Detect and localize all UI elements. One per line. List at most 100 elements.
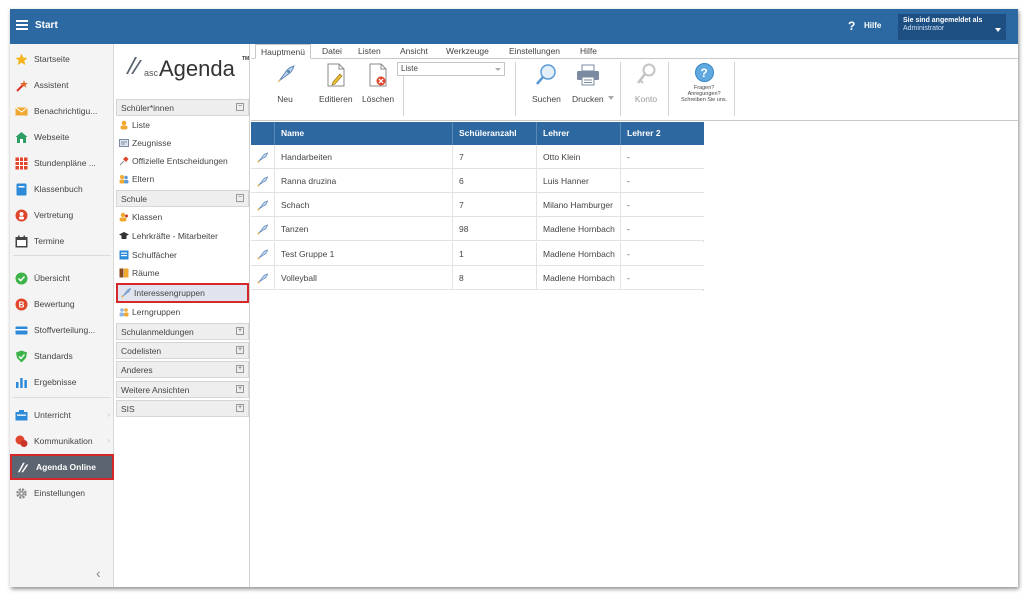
search-button[interactable]: Suchen <box>532 62 561 116</box>
classes-icon <box>119 212 129 222</box>
home-icon <box>15 131 28 144</box>
nav-item-ergebnisse[interactable]: Ergebnisse <box>10 371 114 393</box>
tab-einstellungen[interactable]: Einstellungen <box>509 44 560 59</box>
module-item-lehrkraefte[interactable]: Lehrkräfte - Mitarbeiter <box>116 227 249 245</box>
rocket-icon <box>251 217 274 241</box>
section-schule[interactable]: Schule − <box>116 190 249 207</box>
section-sis[interactable]: SIS + <box>116 400 249 417</box>
nav-item-webseite[interactable]: Webseite <box>10 126 114 148</box>
collapse-icon[interactable]: − <box>236 103 244 111</box>
help-icon[interactable]: ? <box>848 19 855 33</box>
new-button[interactable]: Neu <box>273 62 297 116</box>
module-item-klassen[interactable]: Klassen <box>116 208 249 226</box>
parents-icon <box>119 174 129 184</box>
module-item-raeume[interactable]: Räume <box>116 264 249 282</box>
nav-item-startseite[interactable]: Startseite <box>10 48 114 70</box>
nav-item-benachrichtigungen[interactable]: Benachrichtigu... <box>10 100 114 122</box>
student-icon <box>119 120 129 130</box>
module-item-liste[interactable]: Liste <box>116 116 249 134</box>
search-icon <box>534 62 558 88</box>
tab-datei[interactable]: Datei <box>322 44 342 59</box>
nav-item-kommunikation[interactable]: Kommunikation › <box>10 430 114 452</box>
module-item-interessengruppen[interactable]: Interessengruppen <box>116 283 249 303</box>
feedback-button[interactable]: ? Fragen? Anregungen? Schreiben Sie uns. <box>681 63 727 117</box>
expand-icon[interactable]: + <box>236 404 244 412</box>
rocket-icon <box>251 266 274 290</box>
nav-item-vertretung[interactable]: Vertretung <box>10 204 114 226</box>
asc-agenda-logo: asc Agenda TM <box>124 50 252 88</box>
tab-werkzeuge[interactable]: Werkzeuge <box>446 44 489 59</box>
table-row[interactable]: Schach 7 Milano Hamburger - <box>251 193 704 217</box>
ribbon-divider <box>734 62 735 116</box>
expand-icon[interactable]: + <box>236 346 244 354</box>
section-schueler-innen[interactable]: Schüler*innen − <box>116 99 249 116</box>
table-row[interactable]: Tanzen 98 Madlene Hornbach - <box>251 217 704 241</box>
nav-item-unterricht[interactable]: Unterricht › <box>10 404 114 426</box>
hamburger-menu-icon[interactable] <box>16 20 28 30</box>
nav-item-stoffverteilung[interactable]: Stoffverteilung... <box>10 319 114 341</box>
edit-document-icon <box>324 62 348 88</box>
section-weitere-ansichten[interactable]: Weitere Ansichten + <box>116 381 249 398</box>
column-header-lehrer[interactable]: Lehrer <box>536 122 620 145</box>
star-icon <box>15 53 28 66</box>
module-item-eltern[interactable]: Eltern <box>116 170 249 188</box>
shield-icon <box>15 350 28 363</box>
envelope-icon <box>15 105 28 118</box>
wand-icon <box>15 79 28 92</box>
edit-button[interactable]: Editieren <box>319 62 353 116</box>
agenda-online-icon <box>17 461 30 474</box>
module-item-schulfaecher[interactable]: Schulfächer <box>116 246 249 264</box>
nav-item-klassenbuch[interactable]: Klassenbuch <box>10 178 114 200</box>
gear-icon <box>15 487 28 500</box>
column-header-lehrer-2[interactable]: Lehrer 2 <box>620 122 704 145</box>
account-button[interactable]: Konto <box>634 62 658 116</box>
module-item-offizielle-entscheidungen[interactable]: Offizielle Entscheidungen <box>116 152 249 170</box>
key-icon <box>634 62 658 88</box>
delete-button[interactable]: Löschen <box>362 62 394 116</box>
user-menu[interactable]: Sie sind angemeldet als Administrator <box>898 14 1006 40</box>
section-schulanmeldungen[interactable]: Schulanmeldungen + <box>116 323 249 340</box>
print-options-chevron-icon[interactable] <box>608 96 614 100</box>
print-button[interactable]: Drucken <box>572 62 604 116</box>
table-row[interactable]: Handarbeiten 7 Otto Klein - <box>251 145 704 169</box>
module-item-zeugnisse[interactable]: Zeugnisse <box>116 134 249 152</box>
grade-icon: B <box>15 298 28 311</box>
tab-ansicht[interactable]: Ansicht <box>400 44 428 59</box>
table-row[interactable]: Ranna druzina 6 Luis Hanner - <box>251 169 704 193</box>
ribbon-divider <box>620 62 621 116</box>
nav-item-bewertung[interactable]: B Bewertung <box>10 293 114 315</box>
tab-listen[interactable]: Listen <box>358 44 381 59</box>
tab-hauptmenue[interactable]: Hauptmenü <box>255 44 311 59</box>
nav-item-agenda-online[interactable]: Agenda Online <box>10 454 114 480</box>
expand-icon[interactable]: + <box>236 365 244 373</box>
column-header-schueleranzahl[interactable]: Schüleranzahl <box>452 122 536 145</box>
printer-icon <box>576 62 600 88</box>
section-codelisten[interactable]: Codelisten + <box>116 342 249 359</box>
nav-item-einstellungen[interactable]: Einstellungen <box>10 482 114 504</box>
module-item-lerngruppen[interactable]: Lerngruppen <box>116 303 249 321</box>
column-header-name[interactable]: Name <box>274 122 452 145</box>
nav-item-termine[interactable]: Termine <box>10 230 114 252</box>
chat-icon <box>15 435 28 448</box>
table-row[interactable]: Volleyball 8 Madlene Hornbach - <box>251 266 704 290</box>
feedback-text: Fragen? Anregungen? Schreiben Sie uns. <box>681 85 728 103</box>
help-link[interactable]: Hilfe <box>864 21 881 30</box>
left-nav: Startseite Assistent Benachrichtigu... W… <box>10 44 114 587</box>
list-view-select[interactable]: Liste <box>397 62 505 76</box>
chevron-right-icon: › <box>107 436 110 445</box>
room-icon <box>119 268 129 278</box>
nav-item-assistent[interactable]: Assistent <box>10 74 114 96</box>
collapse-sidebar-icon[interactable]: ‹ <box>96 565 101 581</box>
expand-icon[interactable]: + <box>236 327 244 335</box>
tab-hilfe[interactable]: Hilfe <box>580 44 597 59</box>
nav-item-stundenplaene[interactable]: Stundenpläne ... <box>10 152 114 174</box>
collapse-icon[interactable]: − <box>236 194 244 202</box>
nav-item-standards[interactable]: Standards <box>10 345 114 367</box>
nav-item-uebersicht[interactable]: Übersicht <box>10 267 114 289</box>
section-anderes[interactable]: Anderes + <box>116 361 249 378</box>
table-row[interactable]: Test Gruppe 1 1 Madlene Hornbach - <box>251 242 704 266</box>
chevron-right-icon: › <box>107 410 110 419</box>
user-name: Administrator <box>903 25 945 32</box>
calendar-icon <box>15 235 28 248</box>
expand-icon[interactable]: + <box>236 385 244 393</box>
